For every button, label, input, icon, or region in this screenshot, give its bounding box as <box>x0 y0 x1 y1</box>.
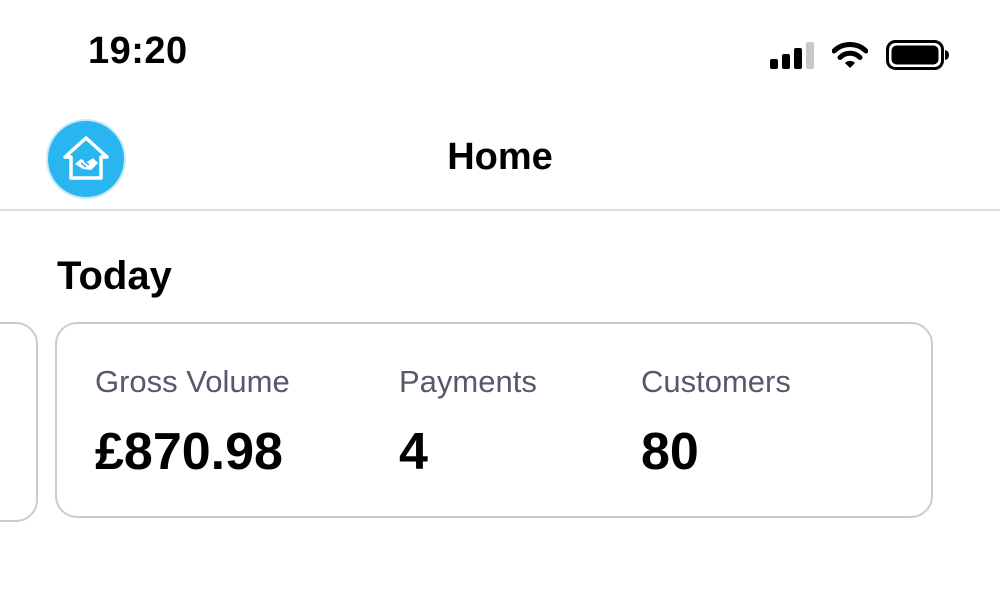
previous-card[interactable] <box>0 322 38 522</box>
wifi-icon <box>832 42 868 68</box>
status-time: 19:20 <box>88 30 188 72</box>
section-title-today: Today <box>57 254 172 298</box>
today-stats-card[interactable]: Gross Volume £870.98 Payments 4 Customer… <box>55 322 933 518</box>
stat-payments: Payments 4 <box>399 364 537 482</box>
cellular-signal-icon <box>770 41 814 69</box>
stat-value: 4 <box>399 423 428 481</box>
stat-customers: Customers 80 <box>641 364 791 482</box>
stat-gross-volume: Gross Volume £870.98 <box>95 364 290 482</box>
stat-value: £870.98 <box>95 423 283 481</box>
stat-label: Customers <box>641 364 791 399</box>
stat-value: 80 <box>641 423 699 481</box>
nav-divider <box>0 209 1000 211</box>
home-screen: 19:20 Home Today Gross Volume £870.98 Pa… <box>0 0 1000 590</box>
page-title: Home <box>447 136 553 178</box>
battery-icon <box>886 40 949 70</box>
status-icons <box>770 40 950 70</box>
stat-label: Payments <box>399 364 537 399</box>
stat-label: Gross Volume <box>95 364 290 399</box>
